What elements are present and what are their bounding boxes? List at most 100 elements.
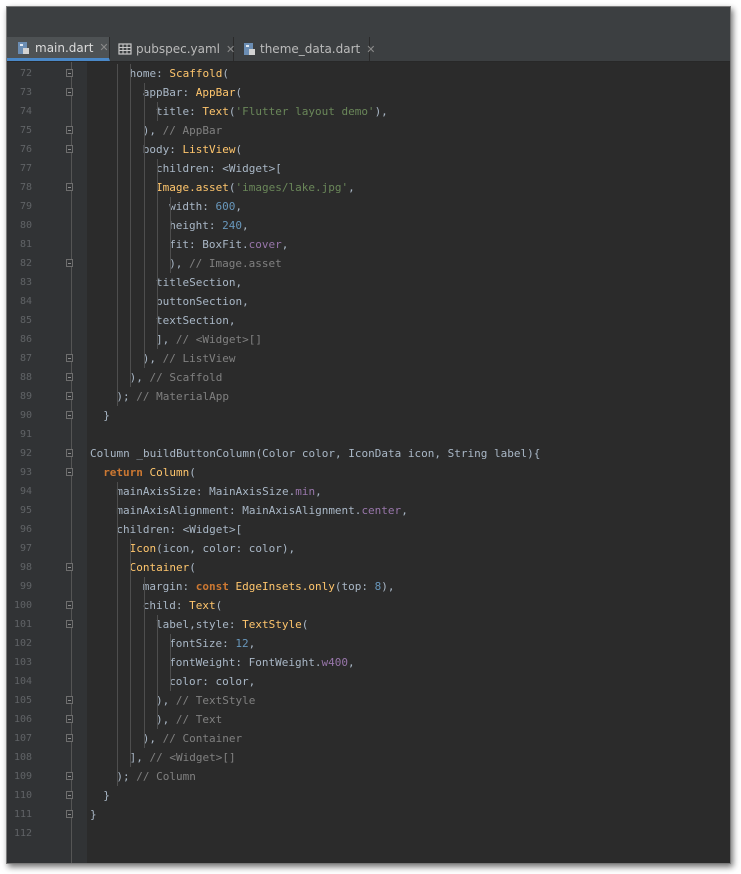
indent-guide bbox=[143, 292, 145, 311]
code-line[interactable]: 97 Icon(icon, color: color), bbox=[7, 539, 730, 558]
code-line[interactable]: 86], // <Widget>[] bbox=[7, 330, 730, 349]
code-line[interactable]: 96 children: <Widget>[ bbox=[7, 520, 730, 539]
code-line[interactable]: 87), // ListView bbox=[7, 349, 730, 368]
code-line[interactable]: 107), // Container bbox=[7, 729, 730, 748]
indent-guide bbox=[156, 710, 158, 729]
indent-guide bbox=[130, 254, 132, 273]
fold-end-icon[interactable] bbox=[66, 715, 73, 723]
code-token: , bbox=[348, 656, 355, 669]
code-line[interactable]: 83 titleSection, bbox=[7, 273, 730, 292]
line-number: 81 bbox=[19, 239, 32, 250]
code-token: // Image.asset bbox=[189, 257, 282, 270]
fold-end-icon[interactable] bbox=[66, 791, 73, 799]
code-token: children: <Widget>[ bbox=[156, 162, 282, 175]
indent-guide bbox=[117, 140, 119, 159]
code-line[interactable]: 85 textSection, bbox=[7, 311, 730, 330]
indent-guide bbox=[170, 216, 171, 235]
code-line[interactable]: 80 height: 240, bbox=[7, 216, 730, 235]
code-line[interactable]: 111} bbox=[7, 805, 730, 824]
code-line[interactable]: 78 Image.asset('images/lake.jpg', bbox=[7, 178, 730, 197]
indent-guide bbox=[156, 197, 158, 216]
indent-guide bbox=[130, 748, 132, 767]
code-token: (top: bbox=[334, 580, 375, 593]
fold-end-icon[interactable] bbox=[66, 354, 73, 362]
indent-guide bbox=[143, 102, 145, 121]
code-line[interactable]: 105), // TextStyle bbox=[7, 691, 730, 710]
fold-end-icon[interactable] bbox=[66, 411, 73, 419]
code-line[interactable]: 88), // Scaffold bbox=[7, 368, 730, 387]
line-number: 72 bbox=[19, 68, 32, 79]
line-number: 109 bbox=[13, 771, 32, 782]
code-line[interactable]: 108], // <Widget>[] bbox=[7, 748, 730, 767]
fold-end-icon[interactable] bbox=[66, 259, 73, 267]
code-line[interactable]: 100 child: Text( bbox=[7, 596, 730, 615]
indent-guide bbox=[143, 216, 145, 235]
code-line[interactable]: 84 buttonSection, bbox=[7, 292, 730, 311]
fold-end-icon[interactable] bbox=[66, 373, 73, 381]
code-line[interactable]: 102 fontSize: 12, bbox=[7, 634, 730, 653]
code-line[interactable]: 73 appBar: AppBar( bbox=[7, 83, 730, 102]
fold-collapse-icon[interactable] bbox=[66, 449, 73, 457]
indent-guide bbox=[117, 121, 119, 140]
code-line[interactable]: 91 bbox=[7, 425, 730, 444]
fold-collapse-icon[interactable] bbox=[66, 145, 73, 153]
code-line[interactable]: 110} bbox=[7, 786, 730, 805]
code-line[interactable]: 90} bbox=[7, 406, 730, 425]
fold-collapse-icon[interactable] bbox=[66, 69, 73, 77]
indent-guide bbox=[143, 178, 145, 197]
indent-guide bbox=[117, 634, 119, 653]
code-line[interactable]: 99 margin: const EdgeInsets.only(top: 8), bbox=[7, 577, 730, 596]
line-number: 106 bbox=[13, 714, 32, 725]
code-token: // Container bbox=[162, 732, 243, 745]
code-line[interactable]: 98 Container( bbox=[7, 558, 730, 577]
fold-collapse-icon[interactable] bbox=[66, 620, 73, 628]
close-icon[interactable]: ✕ bbox=[99, 41, 108, 54]
indent-guide bbox=[117, 729, 119, 748]
code-line[interactable]: 94 mainAxisSize: MainAxisSize.min, bbox=[7, 482, 730, 501]
fold-end-icon[interactable] bbox=[66, 772, 73, 780]
code-line[interactable]: 81 fit: BoxFit.cover, bbox=[7, 235, 730, 254]
code-editor[interactable]: 72 home: Scaffold(73 appBar: AppBar(74 titl… bbox=[7, 64, 730, 843]
indent-guide bbox=[156, 216, 158, 235]
indent-guide bbox=[143, 140, 145, 159]
close-icon[interactable]: ✕ bbox=[366, 43, 375, 56]
code-line[interactable]: 112 bbox=[7, 824, 730, 843]
tab-main-dart[interactable]: main.dart ✕ bbox=[7, 37, 110, 61]
fold-end-icon[interactable] bbox=[66, 810, 73, 818]
code-line[interactable]: 103 fontWeight: FontWeight.w400, bbox=[7, 653, 730, 672]
code-line[interactable]: 82), // Image.asset bbox=[7, 254, 730, 273]
code-line[interactable]: 77 children: <Widget>[ bbox=[7, 159, 730, 178]
line-number: 108 bbox=[13, 752, 32, 763]
code-token: title: bbox=[156, 105, 203, 118]
code-line[interactable]: 76 body: ListView( bbox=[7, 140, 730, 159]
code-line[interactable]: 72 home: Scaffold( bbox=[7, 64, 730, 83]
code-line[interactable]: 89); // MaterialApp bbox=[7, 387, 730, 406]
code-text: fit: BoxFit.cover, bbox=[169, 235, 288, 254]
code-line[interactable]: 79 width: 600, bbox=[7, 197, 730, 216]
fold-collapse-icon[interactable] bbox=[66, 88, 73, 96]
code-line[interactable]: 101 label,style: TextStyle( bbox=[7, 615, 730, 634]
fold-collapse-icon[interactable] bbox=[66, 601, 73, 609]
fold-collapse-icon[interactable] bbox=[66, 183, 73, 191]
fold-end-icon[interactable] bbox=[66, 696, 73, 704]
code-line[interactable]: 92 Column _buildButtonColumn(Color color,… bbox=[7, 444, 730, 463]
line-number: 111 bbox=[13, 809, 32, 820]
fold-collapse-icon[interactable] bbox=[66, 563, 73, 571]
fold-end-icon[interactable] bbox=[66, 392, 73, 400]
line-number: 82 bbox=[19, 258, 32, 269]
code-line[interactable]: 93 return Column( bbox=[7, 463, 730, 482]
code-line[interactable]: 109); // Column bbox=[7, 767, 730, 786]
code-text: fontWeight: FontWeight.w400, bbox=[169, 653, 354, 672]
code-line[interactable]: 95 mainAxisAlignment: MainAxisAlignment.c… bbox=[7, 501, 730, 520]
fold-end-icon[interactable] bbox=[66, 126, 73, 134]
tab-theme-data-dart[interactable]: theme_data.dart ✕ bbox=[234, 37, 375, 61]
code-token: 'images/lake.jpg' bbox=[235, 181, 349, 194]
tab-pubspec-yaml[interactable]: pubspec.yaml ✕ bbox=[110, 37, 235, 61]
code-line[interactable]: 106), // Text bbox=[7, 710, 730, 729]
fold-collapse-icon[interactable] bbox=[66, 468, 73, 476]
code-line[interactable]: 74 title: Text('Flutter layout demo'), bbox=[7, 102, 730, 121]
fold-end-icon[interactable] bbox=[66, 734, 73, 742]
indent-guide bbox=[117, 292, 119, 311]
code-line[interactable]: 104 color: color, bbox=[7, 672, 730, 691]
code-line[interactable]: 75), // AppBar bbox=[7, 121, 730, 140]
